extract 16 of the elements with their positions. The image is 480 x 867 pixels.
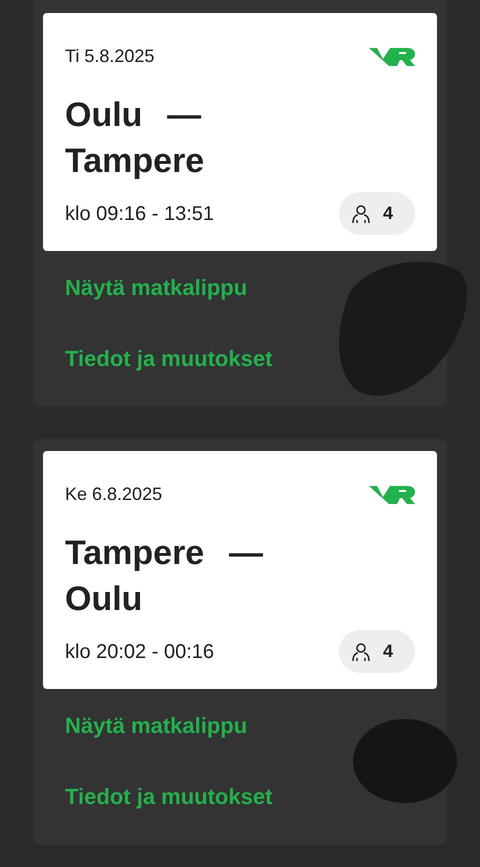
route-title: Tampere — Oulu [65, 533, 264, 620]
person-icon [350, 204, 371, 224]
trip-date: Ti 5.8.2025 [65, 45, 154, 68]
person-icon [350, 642, 371, 662]
trip-date: Ke 6.8.2025 [65, 483, 162, 506]
passenger-number: 4 [382, 640, 393, 663]
logo-icon [369, 484, 415, 504]
trip-time: klo 20:02 - 00:16 [65, 640, 214, 664]
logo-icon [369, 46, 415, 66]
passenger-number: 4 [382, 202, 393, 225]
action-link[interactable]: Tiedot ja muutokset [65, 342, 272, 375]
trip-time: klo 09:16 - 13:51 [65, 202, 214, 226]
action-link[interactable]: Tiedot ja muutokset [65, 780, 272, 813]
route-title: Oulu — Tampere [65, 95, 206, 182]
action-link[interactable]: Näytä matkalippu [65, 709, 248, 742]
action-link[interactable]: Näytä matkalippu [65, 271, 248, 304]
